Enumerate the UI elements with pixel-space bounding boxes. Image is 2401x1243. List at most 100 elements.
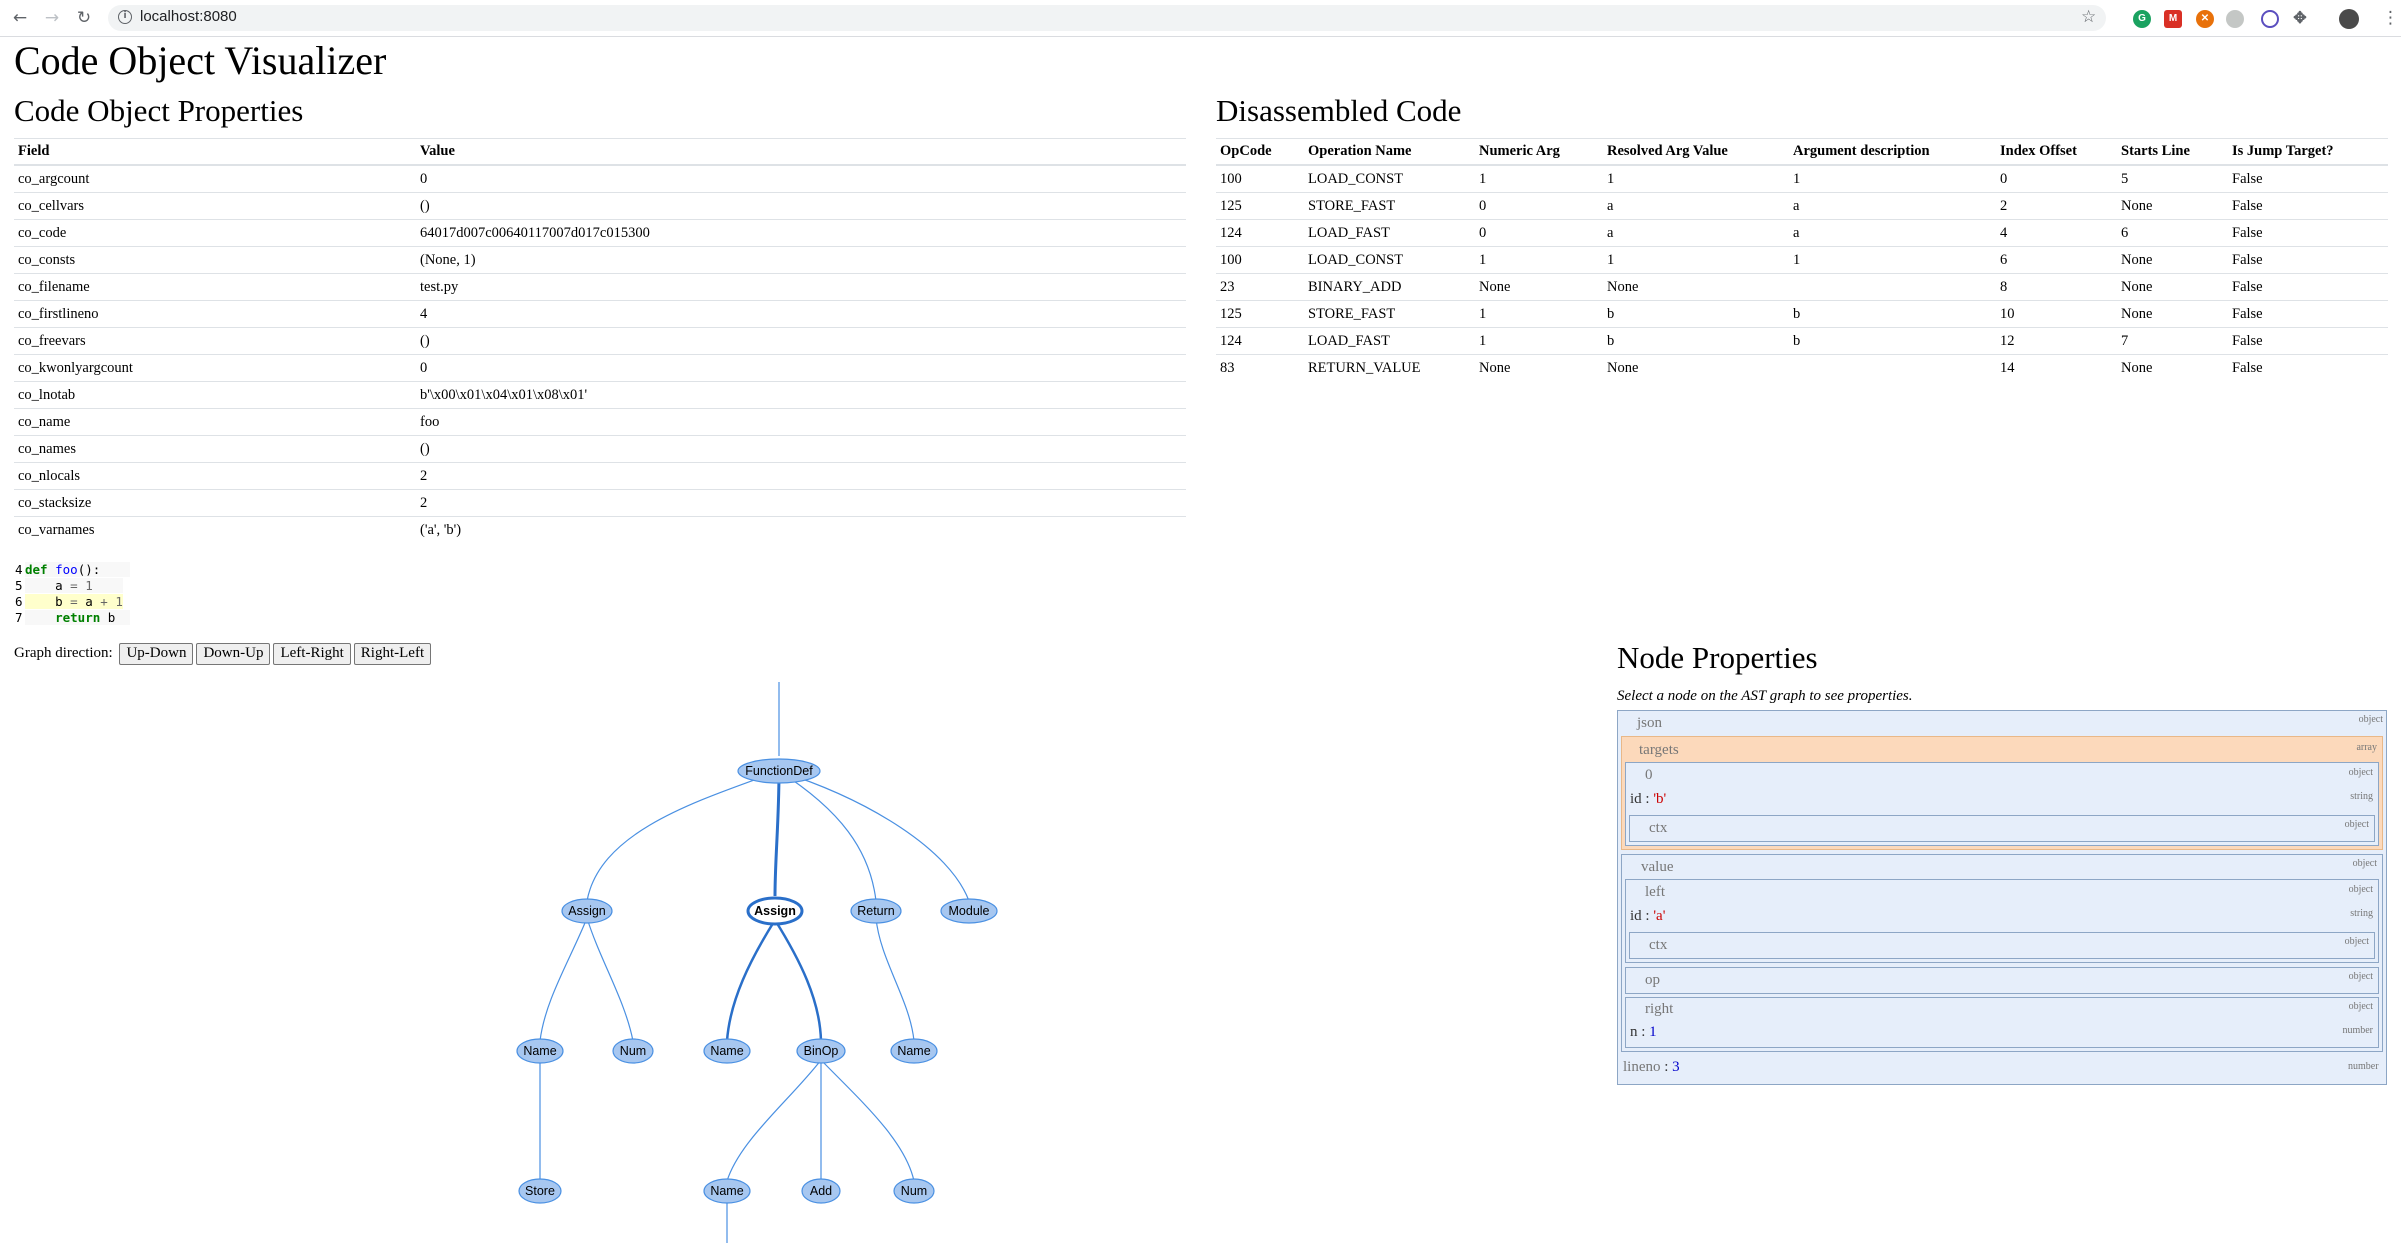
right-left-button[interactable]: Right-Left [353, 642, 432, 665]
info-icon[interactable]: i [118, 10, 132, 24]
column-header: Operation Name [1304, 138, 1475, 166]
table-cell: b'\x00\x01\x04\x01\x08\x01' [416, 381, 1186, 409]
ast-node-label: FunctionDef [745, 764, 813, 778]
left-right-button[interactable]: Left-Right [273, 642, 351, 665]
table-cell: False [2228, 327, 2388, 355]
code-props-title: Code Object Properties [14, 93, 304, 128]
extension-icon[interactable]: ✕ [2196, 10, 2214, 28]
json-key: ctx [1649, 937, 1668, 953]
extension-icon[interactable] [2261, 10, 2279, 28]
ast-node-label: Name [710, 1044, 743, 1058]
ast-node-num[interactable]: Num [893, 1178, 935, 1204]
url-text[interactable]: localhost:8080 [140, 8, 237, 25]
ast-node-num[interactable]: Num [612, 1038, 654, 1064]
json-key: op [1645, 972, 1660, 988]
table-cell: 64017d007c00640117007d017c015300 [416, 219, 1186, 247]
ctx-box[interactable]: ctx object [1629, 932, 2375, 959]
ast-node-functiondef[interactable]: FunctionDef [737, 758, 821, 784]
table-cell: 10 [1996, 300, 2117, 328]
table-cell: None [2117, 273, 2228, 301]
ast-node-name[interactable]: Name [516, 1038, 564, 1064]
line-number: 6 [15, 594, 23, 609]
down-up-button[interactable]: Down-Up [196, 642, 271, 665]
graph-direction-label: Graph direction: [14, 645, 113, 661]
props-row: co_firstlineno 4 [14, 300, 1186, 328]
table-cell: None [1603, 354, 1789, 381]
ast-node-label: Num [901, 1184, 927, 1198]
table-cell: a [1603, 219, 1789, 247]
disasm-table: OpCode Operation Name Numeric Arg Resolv… [1216, 138, 2388, 381]
puzzle-extension-icon[interactable]: ✥ [2291, 10, 2309, 28]
ast-node-name[interactable]: Name [890, 1038, 938, 1064]
forward-icon[interactable]: → [40, 6, 64, 30]
browser-toolbar: ← → ↻ i localhost:8080 ☆ G M ✕ ✥ ⋮ [0, 0, 2401, 37]
disasm-row: 124 LOAD_FAST 0 a a 4 6 False [1216, 219, 2388, 247]
column-header: Starts Line [2117, 138, 2228, 166]
table-cell: 0 [416, 164, 1186, 193]
reload-icon[interactable]: ↻ [72, 6, 96, 30]
ast-node-name[interactable]: Name [703, 1178, 751, 1204]
type-label: string [2350, 908, 2373, 919]
ast-node-label: Store [525, 1184, 555, 1198]
json-key: left [1645, 884, 1665, 900]
ast-node-return[interactable]: Return [850, 898, 902, 924]
type-label: object [2344, 936, 2369, 947]
ctx-box[interactable]: ctx object [1629, 815, 2375, 842]
right-box[interactable]: right object n : 1 number [1625, 997, 2379, 1048]
prop-key: n [1630, 1024, 1638, 1040]
ast-node-assign[interactable]: Assign [561, 898, 613, 924]
type-label: number [2348, 1061, 2379, 1072]
ast-graph[interactable]: FunctionDef Assign Assign Return Module … [0, 680, 1600, 1243]
address-bar[interactable]: i localhost:8080 ☆ [108, 5, 2106, 31]
table-cell: 5 [2117, 164, 2228, 193]
up-down-button[interactable]: Up-Down [119, 642, 194, 665]
type-label: object [2348, 767, 2373, 778]
table-cell: 0 [1475, 192, 1603, 220]
n-property: n : 1 [1630, 1024, 1657, 1040]
code-token: 1 [85, 578, 93, 593]
table-cell: co_names [14, 435, 416, 463]
table-cell: LOAD_FAST [1304, 327, 1475, 355]
table-cell: STORE_FAST [1304, 192, 1475, 220]
props-row: co_varnames ('a', 'b') [14, 516, 1186, 543]
ast-node-name[interactable]: Name [703, 1038, 751, 1064]
table-cell: () [416, 192, 1186, 220]
back-icon[interactable]: ← [8, 6, 32, 30]
table-cell: co_nlocals [14, 462, 416, 490]
code-token: a [55, 578, 63, 593]
table-cell: False [2228, 164, 2388, 193]
table-cell: co_cellvars [14, 192, 416, 220]
line-number: 7 [15, 610, 23, 625]
grammarly-extension-icon[interactable]: G [2133, 10, 2151, 28]
table-cell: RETURN_VALUE [1304, 354, 1475, 381]
extension-icon[interactable]: M [2164, 10, 2182, 28]
type-label: object [2348, 1001, 2373, 1012]
node-props-title: Node Properties [1617, 640, 1818, 675]
table-cell: LOAD_CONST [1304, 164, 1475, 193]
ast-node-binop[interactable]: BinOp [796, 1038, 846, 1064]
props-row: co_names() [14, 435, 1186, 463]
ast-node-assign-selected[interactable]: Assign [746, 896, 804, 926]
more-menu-icon[interactable]: ⋮ [2382, 6, 2399, 30]
type-label: object [2344, 819, 2369, 830]
extension-icon[interactable] [2226, 10, 2244, 28]
ast-node-module[interactable]: Module [940, 898, 998, 924]
prop-key: lineno [1623, 1059, 1661, 1075]
props-row: co_code 64017d007c00640117007d017c015300 [14, 219, 1186, 247]
table-cell: 2 [416, 462, 1186, 490]
table-cell: 124 [1216, 219, 1304, 247]
ast-node-store[interactable]: Store [518, 1178, 562, 1204]
op-box[interactable]: op object [1625, 967, 2379, 994]
json-key: 0 [1645, 767, 1653, 783]
column-header: OpCode [1216, 138, 1304, 166]
code-token: foo [55, 562, 78, 577]
ast-node-add[interactable]: Add [801, 1178, 841, 1204]
table-cell: False [2228, 354, 2388, 381]
table-cell: 1 [1789, 164, 1996, 193]
props-row: co_nlocals 2 [14, 462, 1186, 490]
disasm-row: 125 STORE_FAST 0 a a 2 None False [1216, 192, 2388, 220]
table-cell: 12 [1996, 327, 2117, 355]
bookmark-star-icon[interactable]: ☆ [2081, 7, 2096, 27]
column-header: Argument description [1789, 138, 1996, 166]
profile-avatar[interactable] [2339, 9, 2359, 29]
